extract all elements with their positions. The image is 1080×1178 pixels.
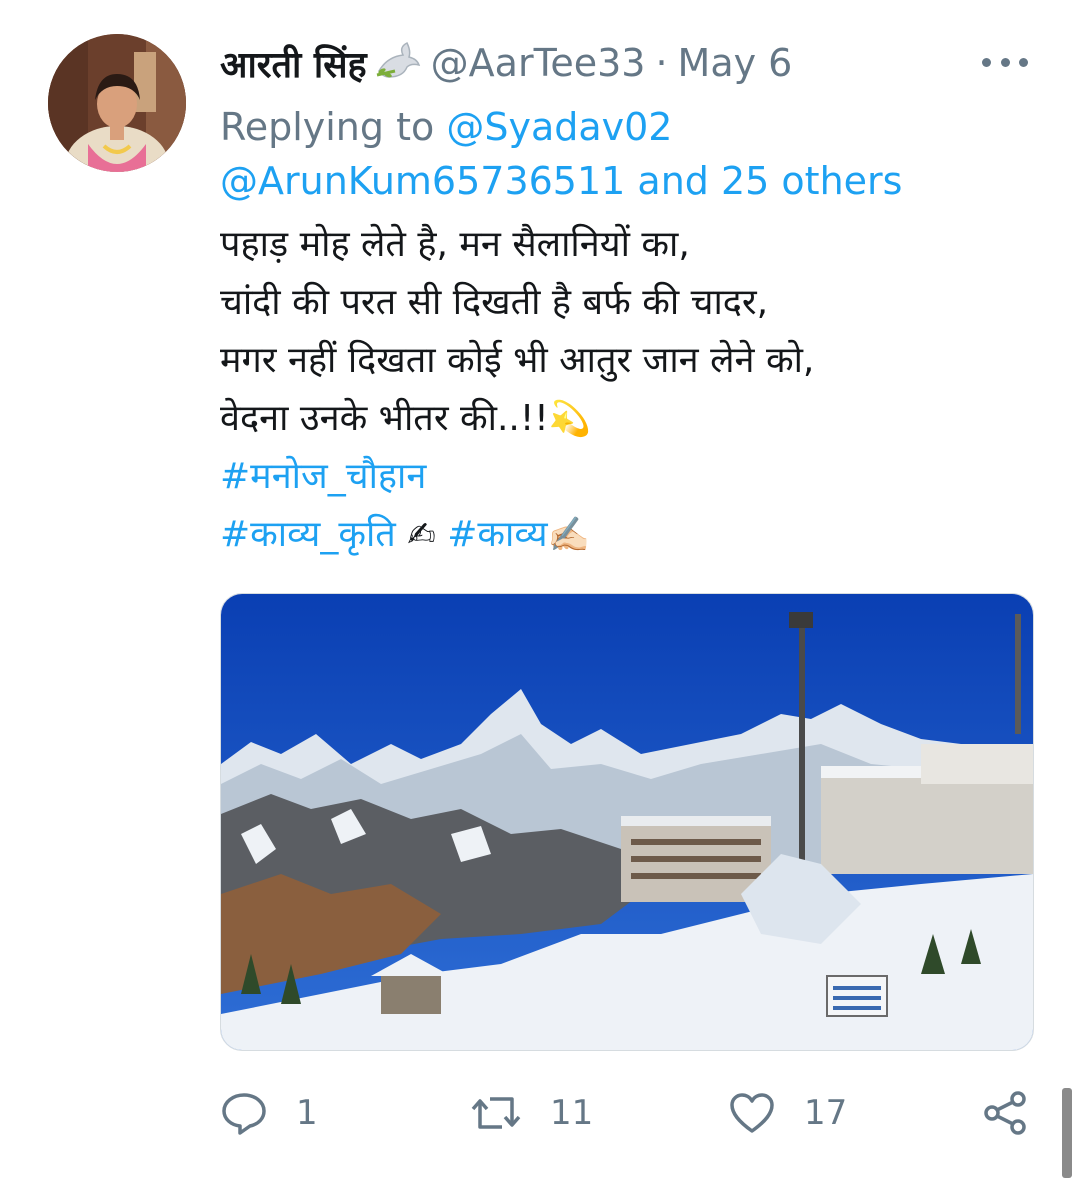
more-icon (1019, 57, 1028, 67)
user-handle[interactable]: @AarTee33 (431, 41, 646, 85)
reply-icon (222, 1093, 266, 1135)
tweet-text: पहाड़ मोह लेते है, मन सैलानियों का, चांद… (220, 216, 1040, 564)
tweet-line: पहाड़ मोह लेते है, मन सैलानियों का, (220, 224, 690, 265)
like-button[interactable]: 17 (728, 1085, 847, 1141)
more-icon (982, 57, 991, 67)
share-icon (984, 1091, 1026, 1135)
scrollbar[interactable] (1062, 1088, 1072, 1178)
hashtag-line: #मनोज_चौहान (220, 448, 1040, 506)
tweet-line: मगर नहीं दिखता कोई भी आतुर जान लेने को, (220, 340, 815, 381)
tweet-line-text: वेदना उनके भीतर की..!! (220, 398, 549, 439)
hashtag-link[interactable]: #काव्य_कृति (220, 514, 396, 555)
tweet-line: चांदी की परत सी दिखती है बर्फ की चादर, (220, 282, 769, 323)
retweet-count: 11 (550, 1093, 594, 1133)
replying-to: Replying to @Syadav02 @ArunKum65736511 a… (220, 100, 1020, 208)
reply-count: 1 (296, 1093, 318, 1133)
reply-user-link[interactable]: @Syadav02 (446, 105, 672, 149)
retweet-icon (471, 1097, 521, 1129)
avatar[interactable] (48, 34, 186, 172)
reply-user-link[interactable]: @ArunKum65736511 (220, 159, 625, 203)
heart-icon (730, 1093, 774, 1133)
hashtag-line: #काव्य_कृति ✍ #काव्य✍🏻 (220, 506, 1040, 564)
dove-icon (373, 41, 421, 85)
tweet-header: आरती सिंह @AarTee33 · May 6 (220, 38, 792, 88)
retweet-button[interactable]: 11 (470, 1085, 593, 1141)
separator-dot: · (655, 41, 668, 85)
share-button[interactable] (982, 1085, 1058, 1141)
tweet-line-4: वेदना उनके भीतर की..!!💫 (220, 390, 1040, 448)
hashtag-link[interactable]: #मनोज_चौहान (220, 456, 426, 497)
more-icon (1000, 57, 1010, 67)
more-options-button[interactable] (982, 52, 1028, 72)
display-name[interactable]: आरती सिंह (220, 39, 367, 88)
writing-hand-emoji: ✍🏻 (547, 515, 590, 555)
writing-hand-emoji: ✍ (407, 515, 436, 555)
tweet[interactable]: आरती सिंह @AarTee33 · May 6 Replying to … (0, 0, 1080, 1178)
reply-others-link[interactable]: and 25 others (637, 159, 902, 203)
tweet-actions: 1 11 17 (0, 1085, 1080, 1145)
like-count: 17 (804, 1093, 848, 1133)
hashtag-link[interactable]: #काव्य (447, 514, 547, 555)
tweet-date[interactable]: May 6 (678, 41, 793, 85)
replying-to-label: Replying to (220, 105, 435, 149)
reply-button[interactable]: 1 (220, 1085, 318, 1141)
tweet-media-image[interactable] (220, 593, 1034, 1051)
dizzy-emoji: 💫 (548, 399, 592, 439)
